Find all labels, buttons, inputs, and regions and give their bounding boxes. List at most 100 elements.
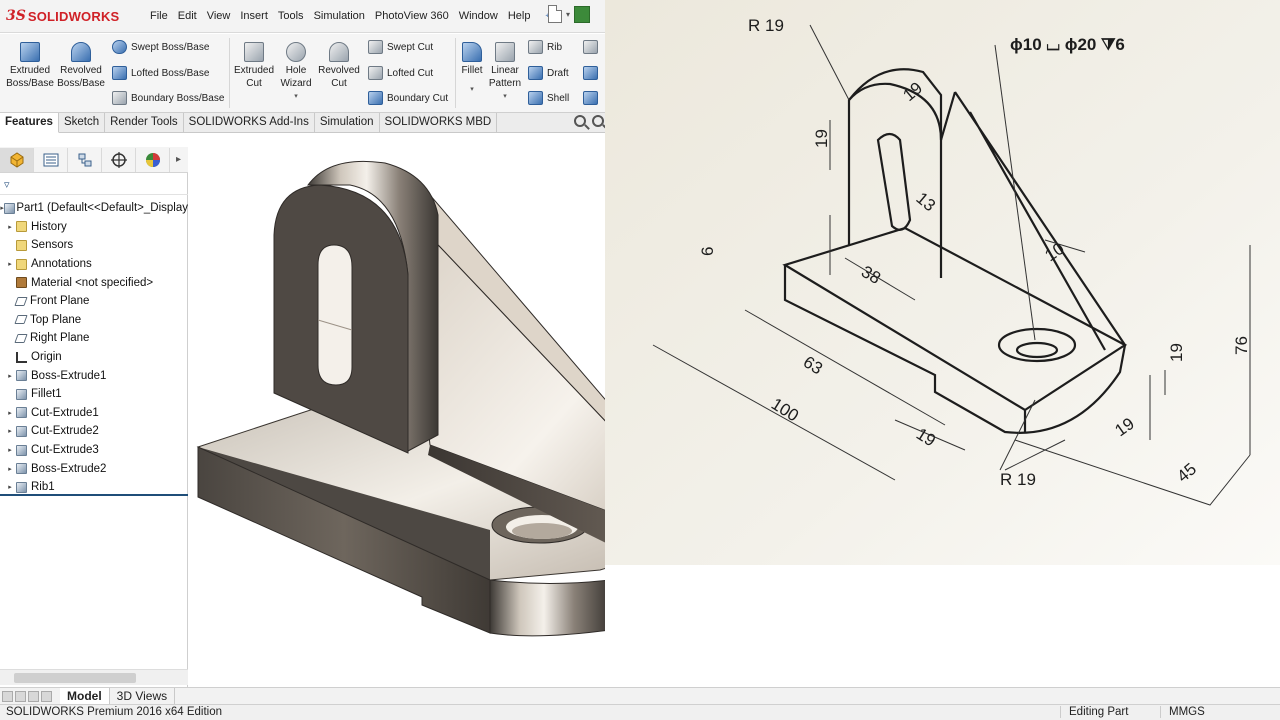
save-icon[interactable] xyxy=(574,5,591,23)
part-model-3d[interactable] xyxy=(190,135,688,687)
shell-label: Shell xyxy=(547,92,570,104)
lofted-boss-button[interactable]: Lofted Boss/Base xyxy=(112,66,209,80)
menu-edit[interactable]: Edit xyxy=(173,10,202,22)
linear-pattern-icon xyxy=(495,42,515,62)
zoom-to-fit-icon[interactable] xyxy=(574,115,586,127)
mirror-icon xyxy=(583,91,598,105)
linear-pattern-button[interactable]: Linear Pattern ▾ xyxy=(488,38,522,103)
expand-icon[interactable]: ▸ xyxy=(6,427,14,435)
tree-item-cut-extrude3[interactable]: ▸ Cut-Extrude3 xyxy=(0,441,188,460)
extruded-cut-button[interactable]: Extruded Cut xyxy=(232,38,276,90)
menu-tools[interactable]: Tools xyxy=(273,10,309,22)
tree-item-cut-extrude2[interactable]: ▸ Cut-Extrude2 xyxy=(0,422,188,441)
mirror-button[interactable] xyxy=(583,91,598,105)
tree-item-label: Fillet1 xyxy=(31,388,62,401)
chevron-down-icon[interactable]: ▾ xyxy=(458,83,486,96)
menu-simulation[interactable]: Simulation xyxy=(309,10,370,22)
extruded-boss-button[interactable]: Extruded Boss/Base xyxy=(4,38,56,90)
intersect-button[interactable] xyxy=(583,66,598,80)
fillet-button[interactable]: Fillet ▾ xyxy=(458,38,486,96)
tree-item-boss-extrude2[interactable]: ▸ Boss-Extrude2 xyxy=(0,459,188,478)
hole-wizard-button[interactable]: Hole Wizard ▾ xyxy=(277,38,315,103)
tab-model[interactable]: Model xyxy=(60,687,110,705)
tree-item-boss-extrude1[interactable]: ▸ Boss-Extrude1 xyxy=(0,366,188,385)
menu-file[interactable]: File xyxy=(145,10,173,22)
menu-help[interactable]: Help xyxy=(503,10,536,22)
zoom-to-area-icon[interactable] xyxy=(592,115,604,127)
first-tab-button[interactable] xyxy=(2,690,13,702)
menu-insert[interactable]: Insert xyxy=(235,10,273,22)
swept-cut-button[interactable]: Swept Cut xyxy=(368,40,433,54)
display-manager-tab[interactable] xyxy=(136,147,170,172)
expand-icon[interactable]: ▸ xyxy=(6,223,14,231)
tree-item-annotations[interactable]: ▸ Annotations xyxy=(0,255,188,274)
last-tab-button[interactable] xyxy=(41,690,52,702)
next-tab-button[interactable] xyxy=(28,690,39,702)
tree-item-top-plane[interactable]: Top Plane xyxy=(0,311,188,330)
chevron-right-icon[interactable]: ▸ xyxy=(176,154,181,165)
revolved-boss-button[interactable]: Revolved Boss/Base xyxy=(56,38,106,90)
tree-item-sensors[interactable]: Sensors xyxy=(0,236,188,255)
tab-sketch[interactable]: Sketch xyxy=(59,113,106,133)
feature-manager-tab[interactable] xyxy=(0,147,34,172)
tree-item-cut-extrude1[interactable]: ▸ Cut-Extrude1 xyxy=(0,404,188,423)
solidworks-logo[interactable]: 3S SOLIDWORKS xyxy=(0,8,145,24)
rollback-bar[interactable] xyxy=(0,494,188,496)
paper-background xyxy=(605,0,1280,565)
boundary-boss-button[interactable]: Boundary Boss/Base xyxy=(112,91,224,105)
annotations-icon xyxy=(16,258,27,270)
draft-button[interactable]: Draft xyxy=(528,66,569,80)
model-view-tabs: Model 3D Views xyxy=(0,687,1280,705)
menu-window[interactable]: Window xyxy=(454,10,503,22)
tree-item-fillet1[interactable]: Fillet1 xyxy=(0,385,188,404)
tree-item-origin[interactable]: Origin xyxy=(0,348,188,367)
tab-3d-views[interactable]: 3D Views xyxy=(110,687,176,705)
rib-button[interactable]: Rib xyxy=(528,40,562,54)
chevron-down-icon[interactable]: ▾ xyxy=(488,90,522,103)
swept-cut-label: Swept Cut xyxy=(387,41,434,53)
new-document-icon[interactable] xyxy=(548,5,562,23)
revolved-cut-label-2: Cut xyxy=(331,78,347,89)
boundary-cut-button[interactable]: Boundary Cut xyxy=(368,91,448,105)
tab-features[interactable]: Features xyxy=(0,113,59,133)
expand-icon[interactable]: ▸ xyxy=(6,409,14,417)
dimxpert-manager-tab[interactable] xyxy=(102,147,136,172)
tree-item-material[interactable]: Material <not specified> xyxy=(0,273,188,292)
extruded-cut-label-2: Cut xyxy=(246,78,262,89)
expand-icon[interactable]: ▸ xyxy=(6,260,14,268)
configuration-manager-tab[interactable] xyxy=(68,147,102,172)
property-manager-tab[interactable] xyxy=(34,147,68,172)
swept-boss-button[interactable]: Swept Boss/Base xyxy=(112,40,209,54)
shell-button[interactable]: Shell xyxy=(528,91,569,105)
tab-addins[interactable]: SOLIDWORKS Add-Ins xyxy=(184,113,315,133)
tab-simulation[interactable]: Simulation xyxy=(315,113,380,133)
fillet-icon xyxy=(462,42,482,62)
wrap-button[interactable] xyxy=(583,40,598,54)
extrude-feature-icon xyxy=(16,463,27,475)
tab-mbd[interactable]: SOLIDWORKS MBD xyxy=(380,113,498,133)
tree-item-history[interactable]: ▸ History xyxy=(0,218,188,237)
horizontal-scrollbar[interactable] xyxy=(0,669,188,685)
menu-view[interactable]: View xyxy=(202,10,236,22)
tree-item-label: Origin xyxy=(31,351,62,364)
graphics-area[interactable] xyxy=(190,135,688,687)
sensors-icon xyxy=(16,239,27,251)
unit-system-selector[interactable]: MMGS xyxy=(1160,706,1205,718)
expand-icon[interactable]: ▸ xyxy=(6,372,14,380)
previous-tab-button[interactable] xyxy=(15,690,26,702)
tree-root-part[interactable]: ▸ Part1 (Default<<Default>_Display xyxy=(0,199,188,218)
expand-icon[interactable]: ▸ xyxy=(6,483,14,491)
tree-item-front-plane[interactable]: Front Plane xyxy=(0,292,188,311)
revolved-cut-button[interactable]: Revolved Cut xyxy=(316,38,362,90)
tree-item-right-plane[interactable]: Right Plane xyxy=(0,329,188,348)
tree-filter[interactable]: ▿ xyxy=(0,175,188,195)
tab-render-tools[interactable]: Render Tools xyxy=(105,113,184,133)
lofted-cut-button[interactable]: Lofted Cut xyxy=(368,66,433,80)
chevron-down-icon[interactable]: ▾ xyxy=(566,10,570,19)
menu-photoview[interactable]: PhotoView 360 xyxy=(370,10,454,22)
scrollbar-thumb[interactable] xyxy=(14,673,136,683)
base-rounded-end xyxy=(489,579,611,637)
expand-icon[interactable]: ▸ xyxy=(6,465,14,473)
expand-icon[interactable]: ▸ xyxy=(6,446,14,454)
chevron-down-icon[interactable]: ▾ xyxy=(277,90,315,103)
